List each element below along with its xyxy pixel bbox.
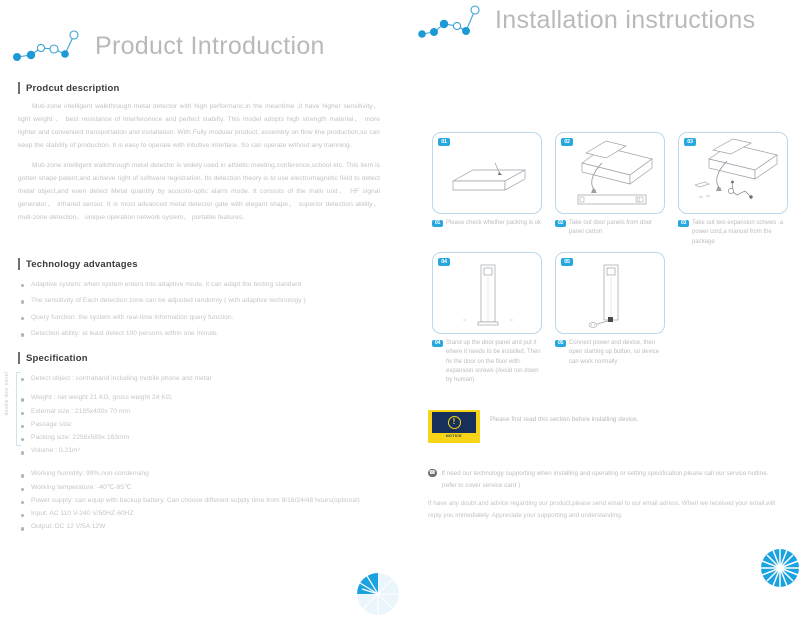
list-item: The sensitivity of Each detection zone c…	[18, 293, 380, 309]
step-number-badge: 03	[684, 138, 696, 146]
door-panel-brace	[16, 372, 21, 446]
specification-section: Specification Detect object : contraband…	[18, 352, 380, 533]
install-step-04: 04 04 Stand up the door panel and put it…	[432, 252, 542, 385]
list-item: Working temperature: -40℃-85℃	[18, 481, 380, 494]
exclamation-icon: !	[447, 415, 461, 429]
step-number-badge: 04	[432, 339, 443, 347]
specification-list-dimensions: Weight : net weight 21 KG, gross weight …	[18, 391, 380, 457]
step-caption: 01 Please check whether packing is ok	[432, 219, 542, 228]
step-caption-text: Please check whether packing is ok	[446, 220, 542, 226]
step-illustration-box: 02	[555, 132, 665, 214]
contact-block: ☎ If need our technology supporting when…	[428, 468, 783, 522]
email-text: If have any doubt and advice regarding o…	[428, 500, 775, 519]
notice-block: ! NOTICE Please first read this section …	[428, 410, 638, 443]
specification-list-electrical: Working humidity: 99%,non-condensing Wor…	[18, 467, 380, 533]
step-number-badge: 05	[561, 258, 573, 266]
dot-chain-logo-icon	[13, 30, 79, 61]
install-step-05: 05 05 Connect power and device, then ope…	[555, 252, 665, 367]
list-item: Weight : net weight 21 KG, gross weight …	[18, 391, 380, 404]
notice-text: Please first read this section before in…	[490, 416, 639, 423]
pinwheel-watermark-left-icon	[357, 573, 399, 615]
section-accent-bar	[18, 352, 20, 364]
install-step-03: 03 03 Take out two expansion schews ,a p…	[678, 132, 788, 247]
step-caption-text: Take out two expansion schews ,a power c…	[692, 220, 784, 245]
step-number-badge: 03	[678, 219, 689, 227]
section-header: Prodcut description	[18, 82, 380, 94]
step-illustration-box: 03	[678, 132, 788, 214]
step-illustration-box: 04	[432, 252, 542, 334]
left-column: Product Introduction Prodcut description…	[0, 0, 400, 618]
section-header: Specification	[18, 352, 380, 364]
phone-icon: ☎	[428, 468, 437, 477]
list-item: Input: AC 110 V-240 V/50HZ-60HZ	[18, 507, 380, 520]
step-number-badge: 05	[555, 339, 566, 347]
page-title: Product Introduction	[95, 32, 325, 60]
right-column: Installation instructions 01 01 Please c…	[410, 0, 800, 618]
step-number-badge: 02	[555, 219, 566, 227]
hotline-row: ☎ If need our technology supporting when…	[428, 468, 783, 491]
specification-list-top: Detect object : contraband including mob…	[18, 371, 380, 387]
step-caption-text: Stand up the door panel and put it where…	[446, 340, 541, 384]
notice-symbol-panel: !	[432, 411, 476, 433]
dot-chain-logo-icon	[418, 5, 480, 38]
list-item: Packing size: 2258x583x 163mm	[18, 431, 380, 444]
list-item: Working humidity: 99%,non-condensing	[18, 467, 380, 480]
list-item: Detect object : contraband including mob…	[18, 371, 380, 387]
step-caption: 03 Take out two expansion schews ,a powe…	[678, 219, 788, 247]
list-item: Power supply: can equip with backup batt…	[18, 494, 380, 507]
product-description-section: Prodcut description Muti-zone intelligen…	[18, 82, 380, 233]
step-caption: 05 Connect power and device, then open s…	[555, 339, 665, 367]
list-item: Volume : 0.21m³	[18, 444, 380, 457]
list-item: Detection ability: at least detect 100 p…	[18, 326, 380, 342]
step-caption: 04 Stand up the door panel and put it wh…	[432, 339, 542, 385]
step-illustration-box: 05	[555, 252, 665, 334]
section-title: Technology advantages	[26, 258, 138, 270]
section-header: Technology advantages	[18, 258, 380, 270]
step-caption-text: Connect power and device, then open star…	[569, 340, 660, 365]
step-illustration-box: 01	[432, 132, 542, 214]
installation-instructions-header: Installation instructions	[410, 0, 800, 70]
notice-sign: ! NOTICE	[428, 410, 480, 443]
step-number-badge: 04	[438, 258, 450, 266]
section-accent-bar	[18, 82, 20, 94]
list-item: Output: DC 12 V/5A 12W	[18, 520, 380, 533]
hotline-text: If need our technology supporting when i…	[441, 470, 769, 489]
section-title: Specification	[26, 352, 88, 364]
door-panel-side-label: double door panel	[4, 372, 10, 416]
technology-advantages-section: Technology advantages Adaptive system: w…	[18, 258, 380, 343]
step-number-badge: 01	[432, 219, 443, 227]
product-introduction-header: Product Introduction	[0, 0, 400, 70]
step-number-badge: 02	[561, 138, 573, 146]
step-number-badge: 01	[438, 138, 450, 146]
brochure-page: Product Introduction Prodcut description…	[0, 0, 800, 618]
list-item: Adaptive system: when system enters into…	[18, 277, 380, 293]
step-caption-text: Take out door panels from door panel car…	[569, 220, 653, 236]
notice-label: NOTICE	[446, 434, 462, 438]
advantages-list: Adaptive system: when system enters into…	[18, 277, 380, 343]
description-paragraph-2: Muti-zone intelligent walkthrough metal …	[18, 162, 380, 221]
section-title: Prodcut description	[26, 82, 120, 94]
list-item: Query function: the system with real-tim…	[18, 310, 380, 326]
install-step-02: 02 02 Take out door panels from door pan…	[555, 132, 665, 238]
list-item: External size : 2185x430x 70 mm	[18, 405, 380, 418]
description-paragraph-1: Muti-zone intelligent walkthrough metal …	[18, 103, 380, 149]
install-step-01: 01 01 Please check whether packing is ok	[432, 132, 542, 228]
list-item: Passage size:	[18, 418, 380, 431]
pinwheel-watermark-right-icon	[761, 549, 799, 587]
page-title: Installation instructions	[495, 6, 756, 34]
section-accent-bar	[18, 258, 20, 270]
step-caption: 02 Take out door panels from door panel …	[555, 219, 665, 238]
